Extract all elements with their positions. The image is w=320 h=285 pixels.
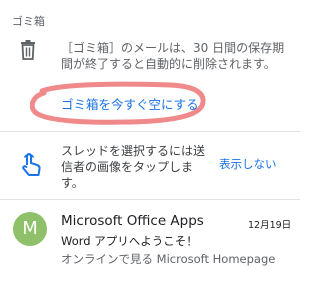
avatar[interactable]: M bbox=[13, 212, 47, 246]
tip-text: スレッドを選択するには送信者の画像をタップします。 bbox=[61, 144, 206, 190]
divider bbox=[0, 199, 300, 200]
divider bbox=[0, 131, 300, 132]
folder-label: ゴミ箱 bbox=[12, 15, 45, 28]
touch-icon bbox=[22, 153, 41, 176]
email-preview: オンラインで見る Microsoft Homepage bbox=[61, 252, 276, 266]
email-date: 12月19日 bbox=[248, 220, 292, 231]
email-subject: Word アプリへようこそ！ bbox=[61, 234, 198, 248]
dont-show-button[interactable]: 表示しない bbox=[219, 156, 277, 172]
sender-name: Microsoft Office Apps bbox=[61, 213, 204, 229]
empty-trash-highlight: ゴミ箱を今すぐ空にする bbox=[30, 81, 206, 125]
empty-trash-now-button[interactable]: ゴミ箱を今すぐ空にする bbox=[61, 94, 199, 113]
trash-icon bbox=[21, 40, 35, 60]
trash-info-text: ［ゴミ箱］のメールは、30 日間の保存期間が終了すると自動的に削除されます。 bbox=[61, 41, 285, 71]
